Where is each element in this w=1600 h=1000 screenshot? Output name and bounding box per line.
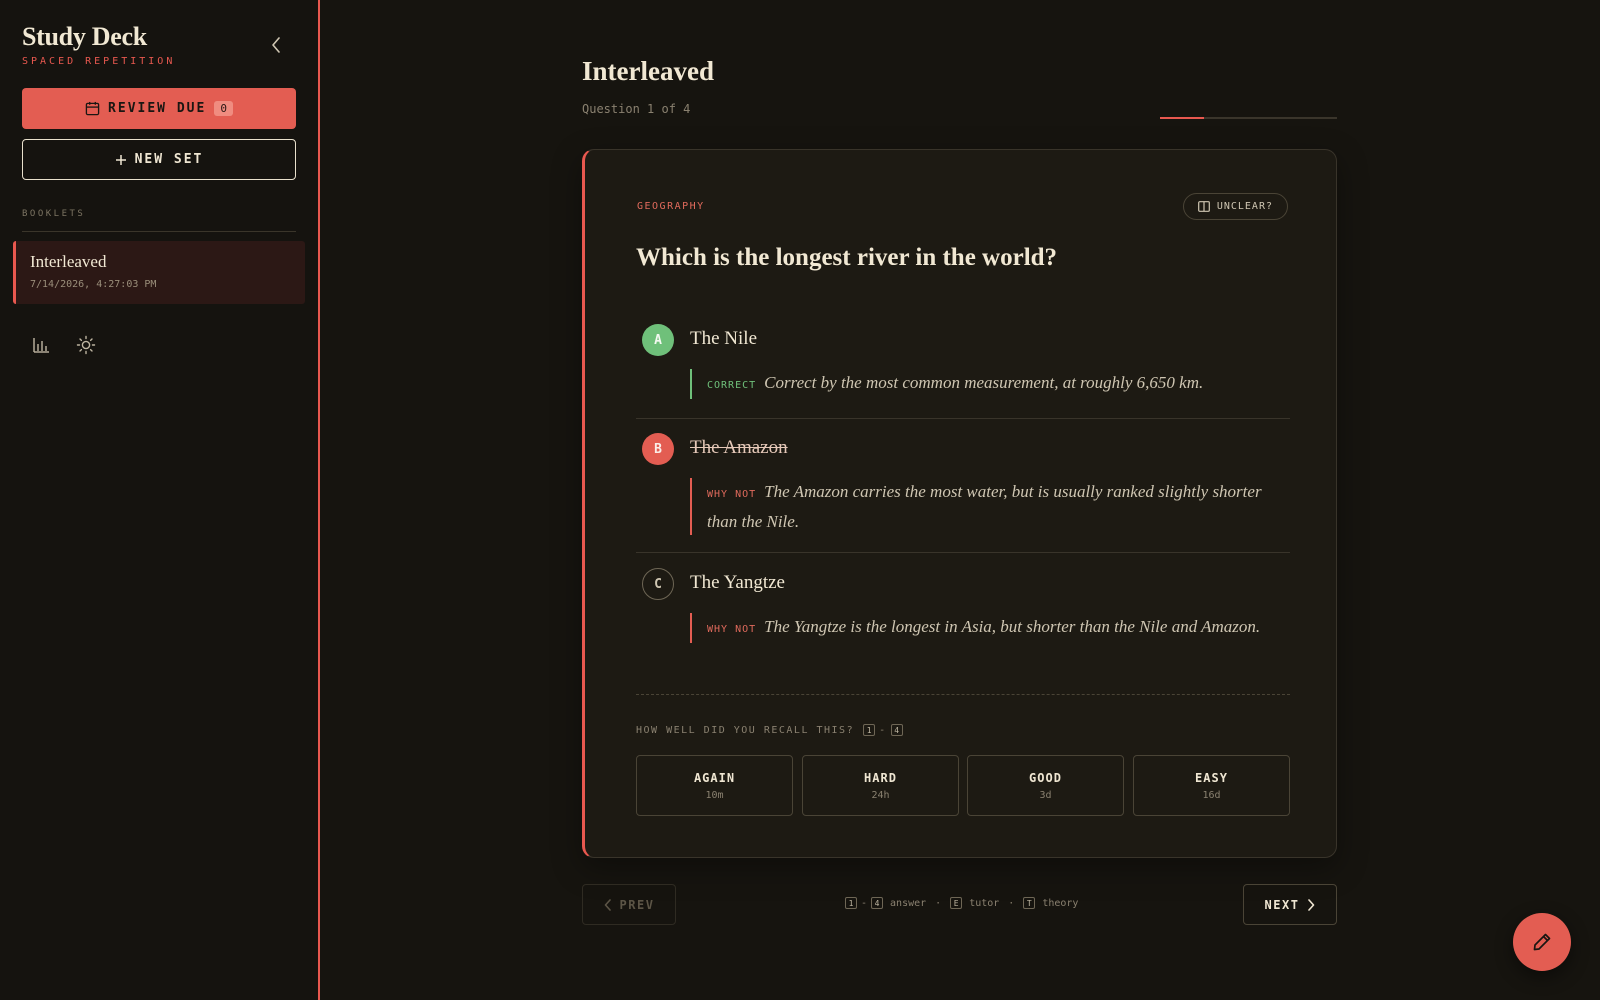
booklets-divider	[22, 231, 296, 232]
grade-label: GOOD	[1029, 770, 1062, 785]
theme-sun-icon	[76, 335, 96, 355]
prev-button[interactable]: PREV	[582, 884, 676, 925]
explanation-text: The Amazon carries the most water, but i…	[707, 482, 1262, 531]
unclear-button[interactable]: UNCLEAR?	[1182, 193, 1288, 220]
prev-label: PREV	[619, 897, 655, 912]
key-hint: 1	[863, 724, 876, 736]
grade-good-button[interactable]: GOOD 3d	[967, 755, 1124, 816]
grade-label: HARD	[864, 770, 897, 785]
booklet-date: 7/14/2026, 4:27:03 PM	[30, 279, 157, 290]
option-letter-badge: A	[642, 324, 674, 356]
grade-interval: 16d	[1202, 789, 1221, 801]
key-hint: T	[1023, 897, 1036, 909]
booklets-heading: BOOKLETS	[22, 209, 86, 219]
review-due-button[interactable]: REVIEW DUE 0	[22, 88, 296, 129]
option-explanation: WHY NOT The Amazon carries the most water…	[690, 478, 1285, 535]
review-due-count: 0	[214, 101, 233, 116]
option-letter-badge: C	[642, 568, 674, 600]
pencil-icon	[1533, 933, 1551, 951]
question-counter: Question 1 of 4	[582, 102, 691, 116]
progress-bar-fill	[1160, 117, 1205, 119]
key-hint-dash: -	[879, 724, 887, 736]
page-title: Interleaved	[582, 56, 714, 86]
review-due-label: REVIEW DUE	[108, 101, 207, 116]
edit-fab-button[interactable]	[1513, 913, 1571, 971]
new-set-label: NEW SET	[134, 152, 204, 167]
recall-divider	[636, 694, 1290, 695]
plus-icon	[115, 154, 126, 165]
collapse-sidebar-button[interactable]	[266, 34, 286, 56]
option-explanation: WHY NOT The Yangtze is the longest in Asi…	[690, 613, 1285, 643]
shortcut-separator: ·	[935, 897, 942, 909]
option-text: The Amazon	[690, 437, 788, 458]
stats-button[interactable]	[29, 333, 53, 357]
key-hint: 4	[871, 897, 884, 909]
book-icon	[1197, 201, 1210, 212]
option-text: The Nile	[690, 328, 758, 349]
explanation-text: The Yangtze is the longest in Asia, but …	[764, 617, 1261, 636]
shortcut-separator: ·	[1008, 897, 1015, 909]
category-label: GEOGRAPHY	[637, 201, 705, 212]
option-c[interactable]: C The Yangtze WHY NOT The Yangtze is the …	[636, 568, 1290, 648]
option-explanation: CORRECT Correct by the most common measur…	[690, 369, 1285, 399]
chevron-left-icon	[604, 898, 611, 911]
chevron-left-icon	[272, 37, 280, 53]
key-hint-dash: -	[861, 897, 868, 909]
recall-prompt: HOW WELL DID YOU RECALL THIS? 1 - 4	[636, 724, 903, 736]
recall-prompt-text: HOW WELL DID YOU RECALL THIS?	[636, 724, 855, 736]
new-set-button[interactable]: NEW SET	[22, 139, 296, 180]
option-divider	[636, 418, 1290, 419]
question-card: GEOGRAPHY UNCLEAR? Which is the longest …	[582, 149, 1337, 858]
grade-interval: 3d	[1039, 789, 1052, 801]
chevron-right-icon	[1308, 898, 1315, 911]
booklet-title: Interleaved	[30, 252, 107, 271]
grade-label: EASY	[1195, 770, 1228, 785]
explanation-tag: WHY NOT	[707, 624, 757, 635]
shortcut-theory-label: theory	[1042, 897, 1079, 909]
option-text: The Yangtze	[690, 572, 785, 593]
grade-interval: 24h	[871, 789, 890, 801]
explanation-text: Correct by the most common measurement, …	[764, 373, 1204, 392]
shortcut-tutor-label: tutor	[969, 897, 1000, 909]
brand-title: Study Deck	[22, 22, 147, 51]
theme-toggle-button[interactable]	[74, 333, 98, 357]
key-hint: 4	[890, 724, 903, 736]
calendar-icon	[85, 101, 100, 116]
stats-chart-icon	[33, 338, 49, 353]
key-hint: E	[950, 897, 963, 909]
option-a[interactable]: A The Nile CORRECT Correct by the most co…	[636, 324, 1290, 404]
option-divider	[636, 552, 1290, 553]
grade-easy-button[interactable]: EASY 16d	[1133, 755, 1290, 816]
grade-again-button[interactable]: AGAIN 10m	[636, 755, 793, 816]
next-label: NEXT	[1264, 897, 1300, 912]
unclear-label: UNCLEAR?	[1216, 201, 1273, 212]
grade-interval: 10m	[705, 789, 724, 801]
grade-label: AGAIN	[693, 770, 736, 785]
explanation-tag: WHY NOT	[707, 489, 757, 500]
brand-subtitle: SPACED REPETITION	[22, 56, 176, 67]
progress-bar	[1160, 117, 1337, 119]
shortcut-answer-label: answer	[890, 897, 927, 909]
keyboard-shortcuts-hint: 1 - 4 answer · E tutor · T theory	[845, 897, 1078, 909]
booklet-item-interleaved[interactable]: Interleaved 7/14/2026, 4:27:03 PM	[13, 241, 305, 304]
next-button[interactable]: NEXT	[1243, 884, 1337, 925]
option-letter-badge: B	[642, 433, 674, 465]
sidebar: Study Deck SPACED REPETITION REVIEW DUE …	[0, 0, 320, 1000]
key-hint: 1	[845, 897, 857, 909]
question-text: Which is the longest river in the world?	[636, 244, 1058, 271]
grade-hard-button[interactable]: HARD 24h	[802, 755, 959, 816]
explanation-tag: CORRECT	[707, 380, 757, 391]
option-b[interactable]: B The Amazon WHY NOT The Amazon carries t…	[636, 433, 1290, 535]
